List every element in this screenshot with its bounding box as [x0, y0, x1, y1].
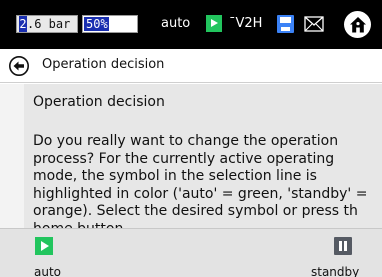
charge-level-bar[interactable]: 50%	[82, 15, 138, 33]
message-body: Do you really want to change the operati…	[33, 133, 368, 228]
v2h-indicator: ˉV2H	[229, 16, 263, 31]
charge-level-text: 50%	[86, 17, 108, 31]
auto-button[interactable]: auto	[10, 235, 70, 277]
save-icon[interactable]	[277, 15, 294, 33]
home-icon	[349, 16, 366, 32]
pressure-cursor-digit: 2	[19, 16, 27, 32]
back-arrow-icon[interactable]	[8, 55, 30, 77]
play-icon[interactable]	[206, 15, 222, 32]
pause-icon	[334, 237, 352, 255]
message-heading: Operation decision	[33, 94, 165, 110]
pressure-display[interactable]: 2.6 bar	[16, 15, 78, 33]
page-title: Operation decision	[42, 57, 165, 72]
standby-button[interactable]: standby	[300, 235, 380, 277]
play-icon	[35, 237, 53, 255]
home-button[interactable]	[344, 11, 371, 38]
mail-icon[interactable]	[304, 16, 324, 32]
pressure-value: .6 bar	[27, 17, 71, 31]
status-bar: 2.6 bar 50% auto ˉV2H	[0, 0, 382, 49]
selection-bar: auto standby	[0, 228, 382, 277]
title-bar: Operation decision	[0, 49, 382, 83]
standby-label: standby	[311, 265, 360, 277]
mode-indicator: auto	[161, 16, 191, 31]
auto-label: auto	[34, 265, 62, 277]
message-panel: Operation decision Do you really want to…	[0, 84, 382, 228]
left-strip	[0, 84, 24, 228]
